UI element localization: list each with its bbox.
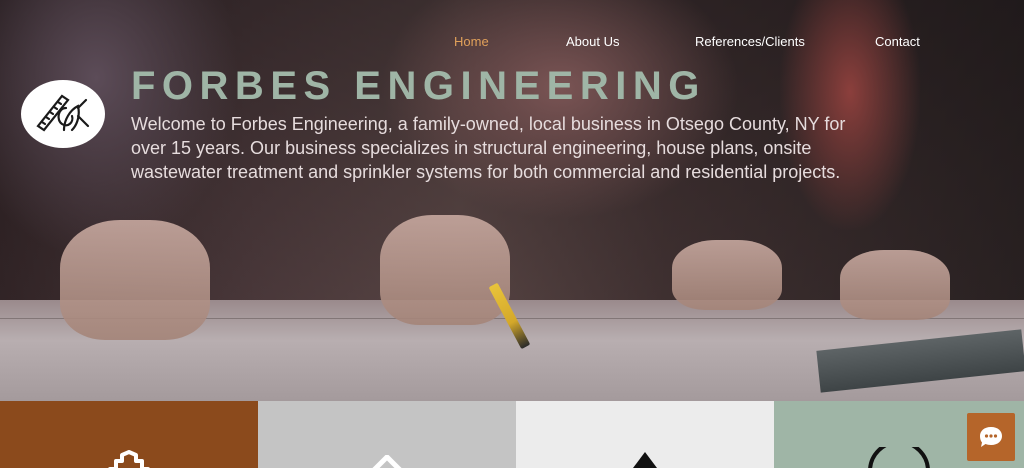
page-title: FORBES ENGINEERING: [131, 64, 706, 108]
circle-icon: [868, 447, 930, 468]
chat-bubble-icon: [980, 427, 1002, 447]
main-navigation: Home About Us References/Clients Contact: [0, 34, 1024, 50]
chat-button[interactable]: [967, 413, 1015, 461]
compass-ruler-logo[interactable]: [21, 80, 105, 148]
gear-icon: [108, 450, 150, 468]
nav-home[interactable]: Home: [454, 34, 489, 49]
service-tiles: [0, 401, 1024, 468]
service-tile-wastewater[interactable]: [516, 401, 774, 468]
nav-contact[interactable]: Contact: [875, 34, 920, 49]
service-tile-structural[interactable]: [0, 401, 258, 468]
nav-references-clients[interactable]: References/Clients: [695, 34, 805, 49]
intro-paragraph: Welcome to Forbes Engineering, a family-…: [131, 114, 846, 182]
nav-about-us[interactable]: About Us: [566, 34, 619, 49]
diamond-icon: [372, 455, 402, 468]
triangle-icon: [633, 452, 657, 468]
hero-background: [0, 0, 1024, 401]
logo-mark-icon: [36, 94, 90, 132]
service-tile-house-plans[interactable]: [258, 401, 516, 468]
